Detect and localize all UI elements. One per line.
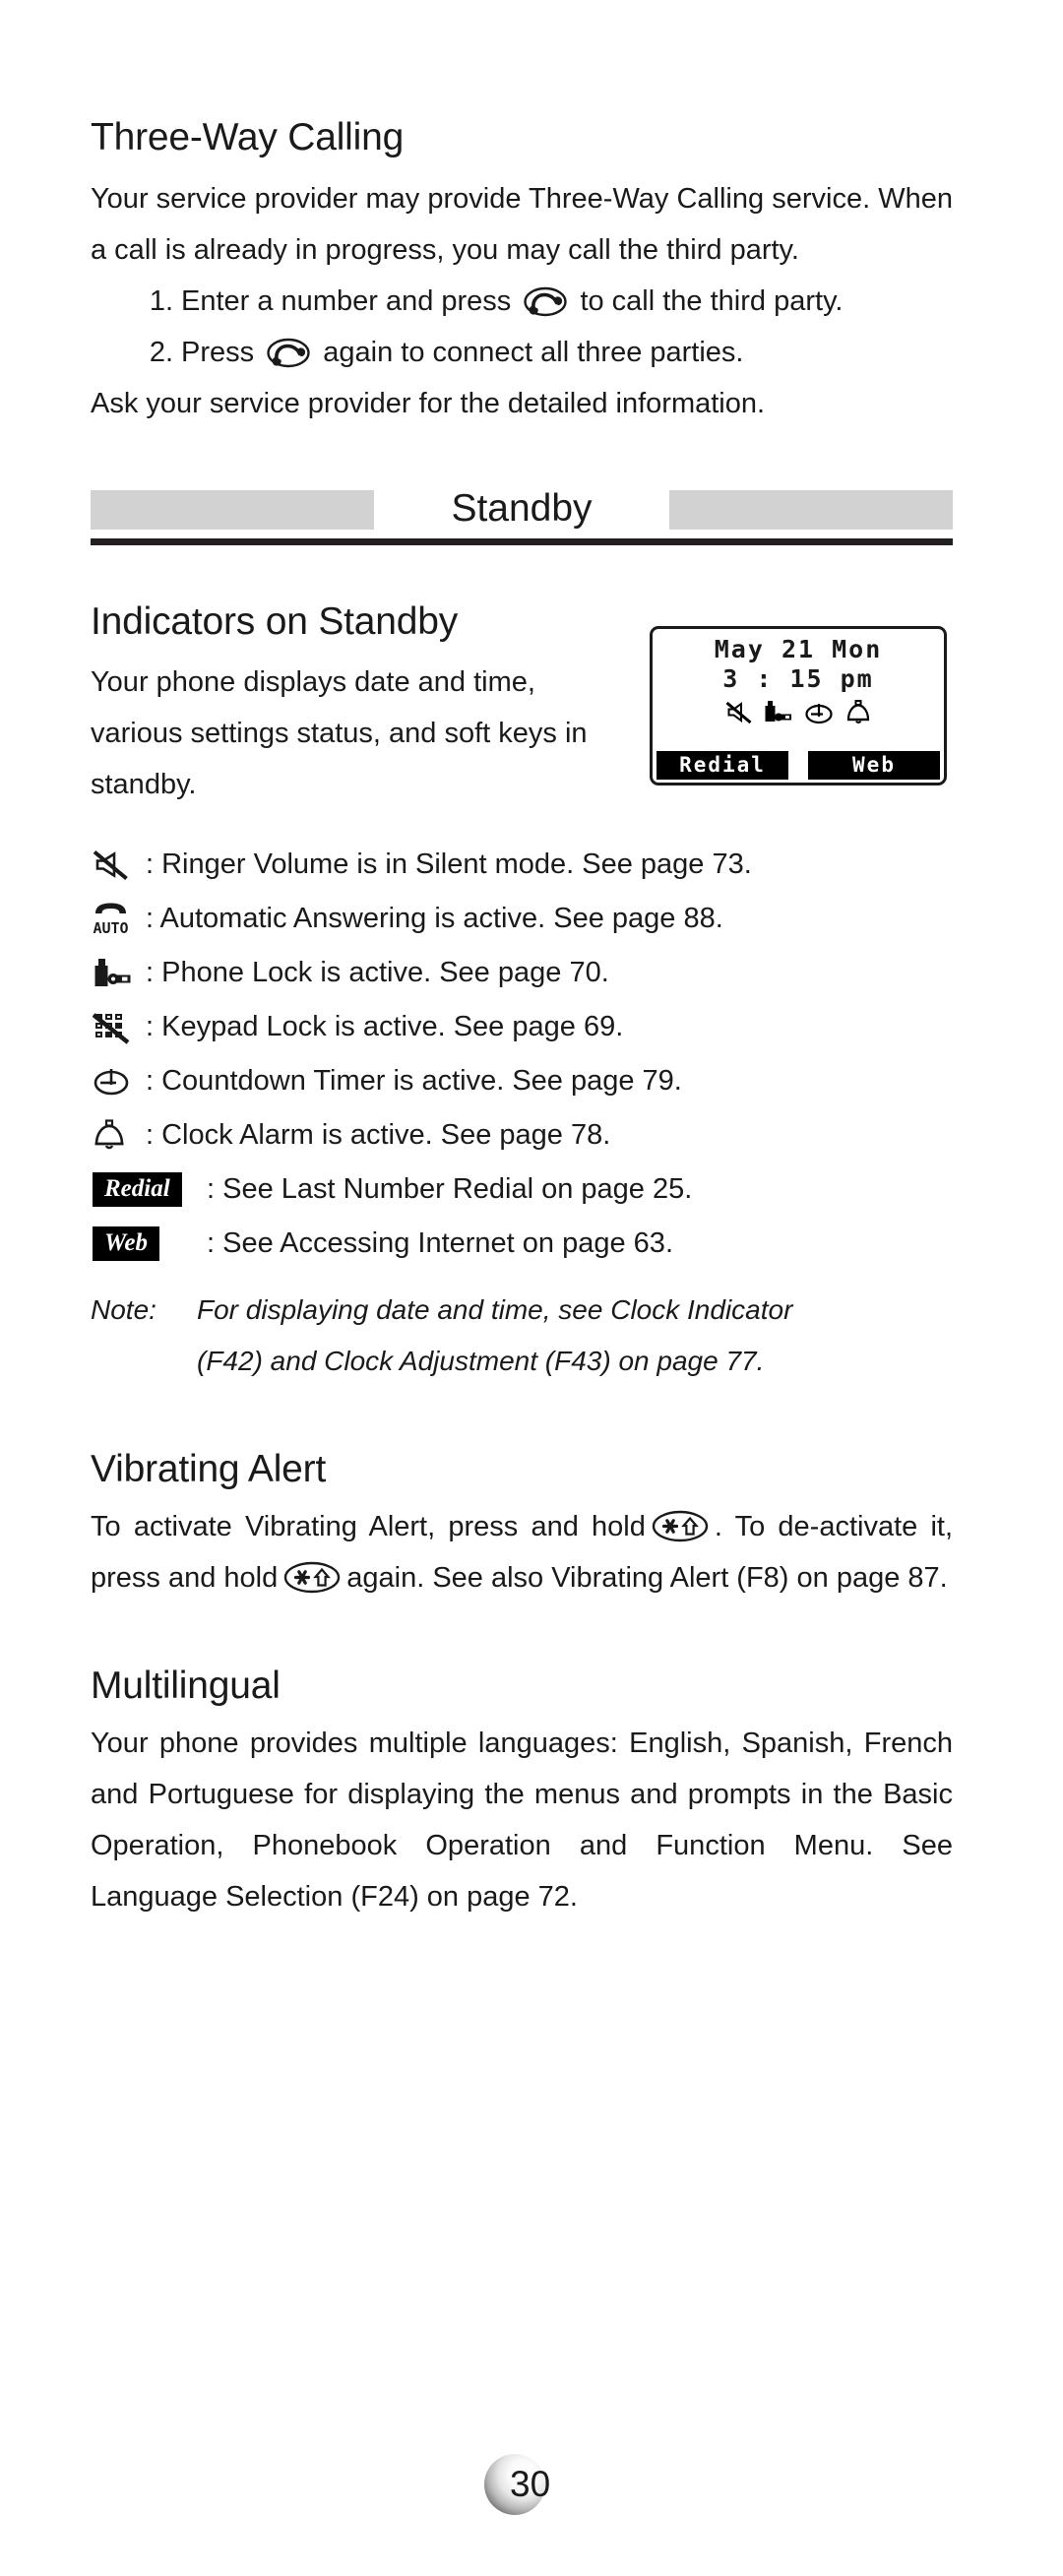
note-line-1: For displaying date and time, see Clock … [197,1294,793,1326]
page-footer: 30 [0,2452,1063,2523]
three-way-closing-paragraph: Ask your service provider for the detail… [91,387,766,419]
svg-text:AUTO: AUTO [93,919,128,937]
banner-rule [91,537,953,545]
step-text-after: again to connect all three parties. [323,336,744,368]
note-line-2: (F42) and Clock Adjustment (F43) on page… [197,1346,765,1377]
legend-text: : Countdown Timer is active. See page 79… [146,1065,682,1098]
multilingual-paragraph: Your phone provides multiple languages: … [91,1727,953,1913]
silent-ringer-icon [91,838,146,892]
display-date-line: May 21 Mon [714,634,883,663]
legend-row-auto-answer: AUTO : Automatic Answering is active. Se… [91,892,953,946]
legend-row-keypad-lock: : Keypad Lock is active. See page 69. [91,1000,953,1054]
note-block: Note: For displaying date and time, see C… [91,1285,953,1387]
legend-row-silent-ringer: : Ringer Volume is in Silent mode. See p… [91,838,953,892]
send-key-icon [523,283,568,316]
legend-row-clock-alarm: : Clock Alarm is active. See page 78. [91,1108,953,1162]
phone-display-mockup: May 21 Mon 3 : 15 pm Redial Web [650,625,947,785]
display-time-line: 3 : 15 pm [722,663,874,693]
section-title-three-way-calling: Three-Way Calling [91,116,405,158]
page-number-graphic: 30 [484,2452,579,2517]
indicators-section: Indicators on Standby Your phone display… [91,600,953,811]
legend-row-web-tag: Web : See Accessing Internet on page 63. [91,1217,953,1271]
web-tag-badge: Web [91,1217,207,1271]
step-number: 1. [149,284,173,317]
phone-lock-icon [91,946,146,1000]
legend-text: : Clock Alarm is active. See page 78. [146,1119,611,1152]
multilingual-section: Multilingual Your phone provides multipl… [91,1665,953,1922]
step-number: 2. [149,336,173,368]
manual-page: Three-Way Calling Your service provider … [0,0,1063,2576]
phone-lock-icon [764,700,793,730]
list-item: 2. Press again to connect all three part… [91,327,953,378]
softkey-web[interactable]: Web [808,750,940,780]
status-badge: Web [93,1226,159,1262]
legend-text: : Keypad Lock is active. See page 69. [146,1011,624,1043]
chapter-banner: Standby [91,484,953,545]
three-way-steps-list: 1. Enter a number and press to call the … [91,276,953,378]
legend-text: : See Last Number Redial on page 25. [207,1173,693,1206]
legend-text: : Ringer Volume is in Silent mode. See p… [146,848,752,881]
legend-text: : Phone Lock is active. See page 70. [146,957,609,989]
display-status-icons [653,697,944,730]
indicators-intro-paragraph: Your phone displays date and time, vario… [91,666,588,801]
status-badge: Redial [93,1172,182,1208]
legend-row-phone-lock: : Phone Lock is active. See page 70. [91,946,953,1000]
legend-text: : Automatic Answering is active. See pag… [146,903,723,935]
vibrating-text-3: again. See also Vibrating Alert (F8) on … [346,1562,948,1595]
indicator-legend-list: : Ringer Volume is in Silent mode. See p… [91,838,953,1271]
vibrating-text-1: To activate Vibrating Alert, press and h… [91,1511,646,1543]
three-way-intro-paragraph: Your service provider may provide Three-… [91,182,953,266]
auto-answer-icon: AUTO [91,892,146,946]
keypad-lock-icon [91,1000,146,1054]
legend-row-redial-tag: Redial : See Last Number Redial on page … [91,1162,953,1217]
clock-alarm-icon [844,699,872,730]
section-title-vibrating-alert: Vibrating Alert [91,1448,327,1491]
step-text-after: to call the third party. [580,284,844,317]
section-title-multilingual: Multilingual [91,1665,281,1708]
legend-text: : See Accessing Internet on page 63. [207,1227,673,1260]
star-shift-key-icon [651,1508,710,1544]
vibrating-alert-section: Vibrating Alert To activate Vibrating Al… [91,1448,953,1603]
page-content: Three-Way Calling Your service provider … [91,116,953,1922]
send-key-icon [266,335,311,367]
note-label: Note: [91,1294,156,1326]
list-item: 1. Enter a number and press to call the … [91,276,953,327]
softkey-redial[interactable]: Redial [657,750,788,780]
countdown-timer-icon [804,701,834,730]
star-shift-key-icon [282,1559,342,1596]
page-number: 30 [510,2464,551,2504]
silent-ringer-icon [725,700,753,730]
legend-row-countdown-timer: : Countdown Timer is active. See page 79… [91,1054,953,1108]
countdown-timer-icon [91,1054,146,1108]
step-text-before: Enter a number and press [181,284,512,317]
redial-tag-badge: Redial [91,1162,207,1217]
step-text-before: Press [181,336,255,368]
vibrating-alert-paragraph: To activate Vibrating Alert, press and h… [91,1501,953,1603]
clock-alarm-icon [91,1108,146,1162]
display-softkeys: Redial Web [657,750,940,780]
chapter-title: Standby [451,486,593,530]
